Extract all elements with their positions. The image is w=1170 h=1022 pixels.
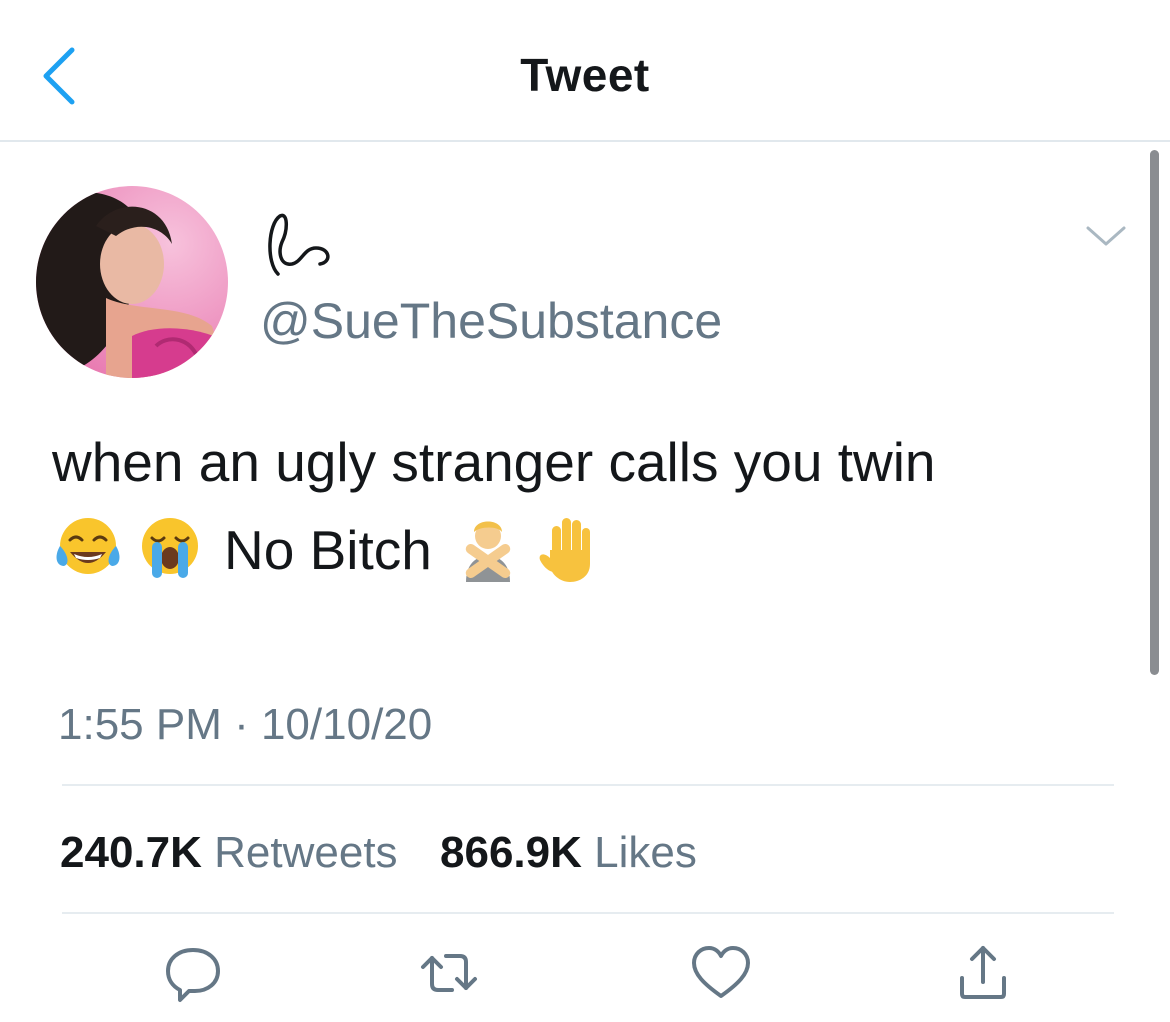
like-button[interactable] (686, 938, 756, 1008)
tweet-text-line-1: when an ugly stranger calls you twin (52, 431, 936, 493)
user-handle[interactable]: @SueTheSubstance (260, 292, 722, 350)
tweet-text-line-2: No Bitch (52, 506, 1132, 594)
page-title: Tweet (520, 49, 650, 101)
reply-button[interactable] (158, 938, 228, 1008)
likes-label: Likes (594, 828, 697, 877)
tweet-body: when an ugly stranger calls you twin No … (52, 418, 1132, 594)
chevron-down-icon (1086, 226, 1126, 246)
handwritten-scribble-name (268, 213, 330, 276)
avatar[interactable] (36, 186, 228, 378)
tweet-stats: 240.7K Retweets 866.9K Likes (60, 828, 697, 878)
divider (62, 912, 1114, 914)
tweet-text-no-bitch: No Bitch (224, 519, 432, 581)
nav-header: Tweet (0, 0, 1170, 142)
likes-count: 866.9K (440, 828, 582, 877)
display-name[interactable] (258, 204, 358, 284)
loudly-crying-face-emoji (134, 512, 206, 584)
share-icon (960, 946, 1006, 999)
share-button[interactable] (948, 938, 1018, 1008)
like-icon (692, 946, 750, 998)
raised-hand-emoji (534, 512, 606, 584)
retweets-label: Retweets (214, 828, 398, 877)
retweets-stat[interactable]: 240.7K Retweets (60, 828, 410, 877)
face-with-tears-of-joy-emoji (52, 512, 124, 584)
reply-icon (166, 948, 220, 1002)
scrollbar[interactable] (1150, 150, 1159, 675)
retweet-icon (421, 954, 477, 992)
divider (62, 784, 1114, 786)
retweet-button[interactable] (414, 938, 484, 1008)
tweet-timestamp[interactable]: 1:55 PM · 10/10/20 (58, 700, 432, 750)
retweets-count: 240.7K (60, 828, 202, 877)
person-gesturing-no-emoji (452, 512, 524, 584)
likes-stat[interactable]: 866.9K Likes (428, 828, 697, 877)
tweet-menu-button[interactable] (1082, 218, 1130, 252)
avatar-photo (36, 186, 228, 378)
